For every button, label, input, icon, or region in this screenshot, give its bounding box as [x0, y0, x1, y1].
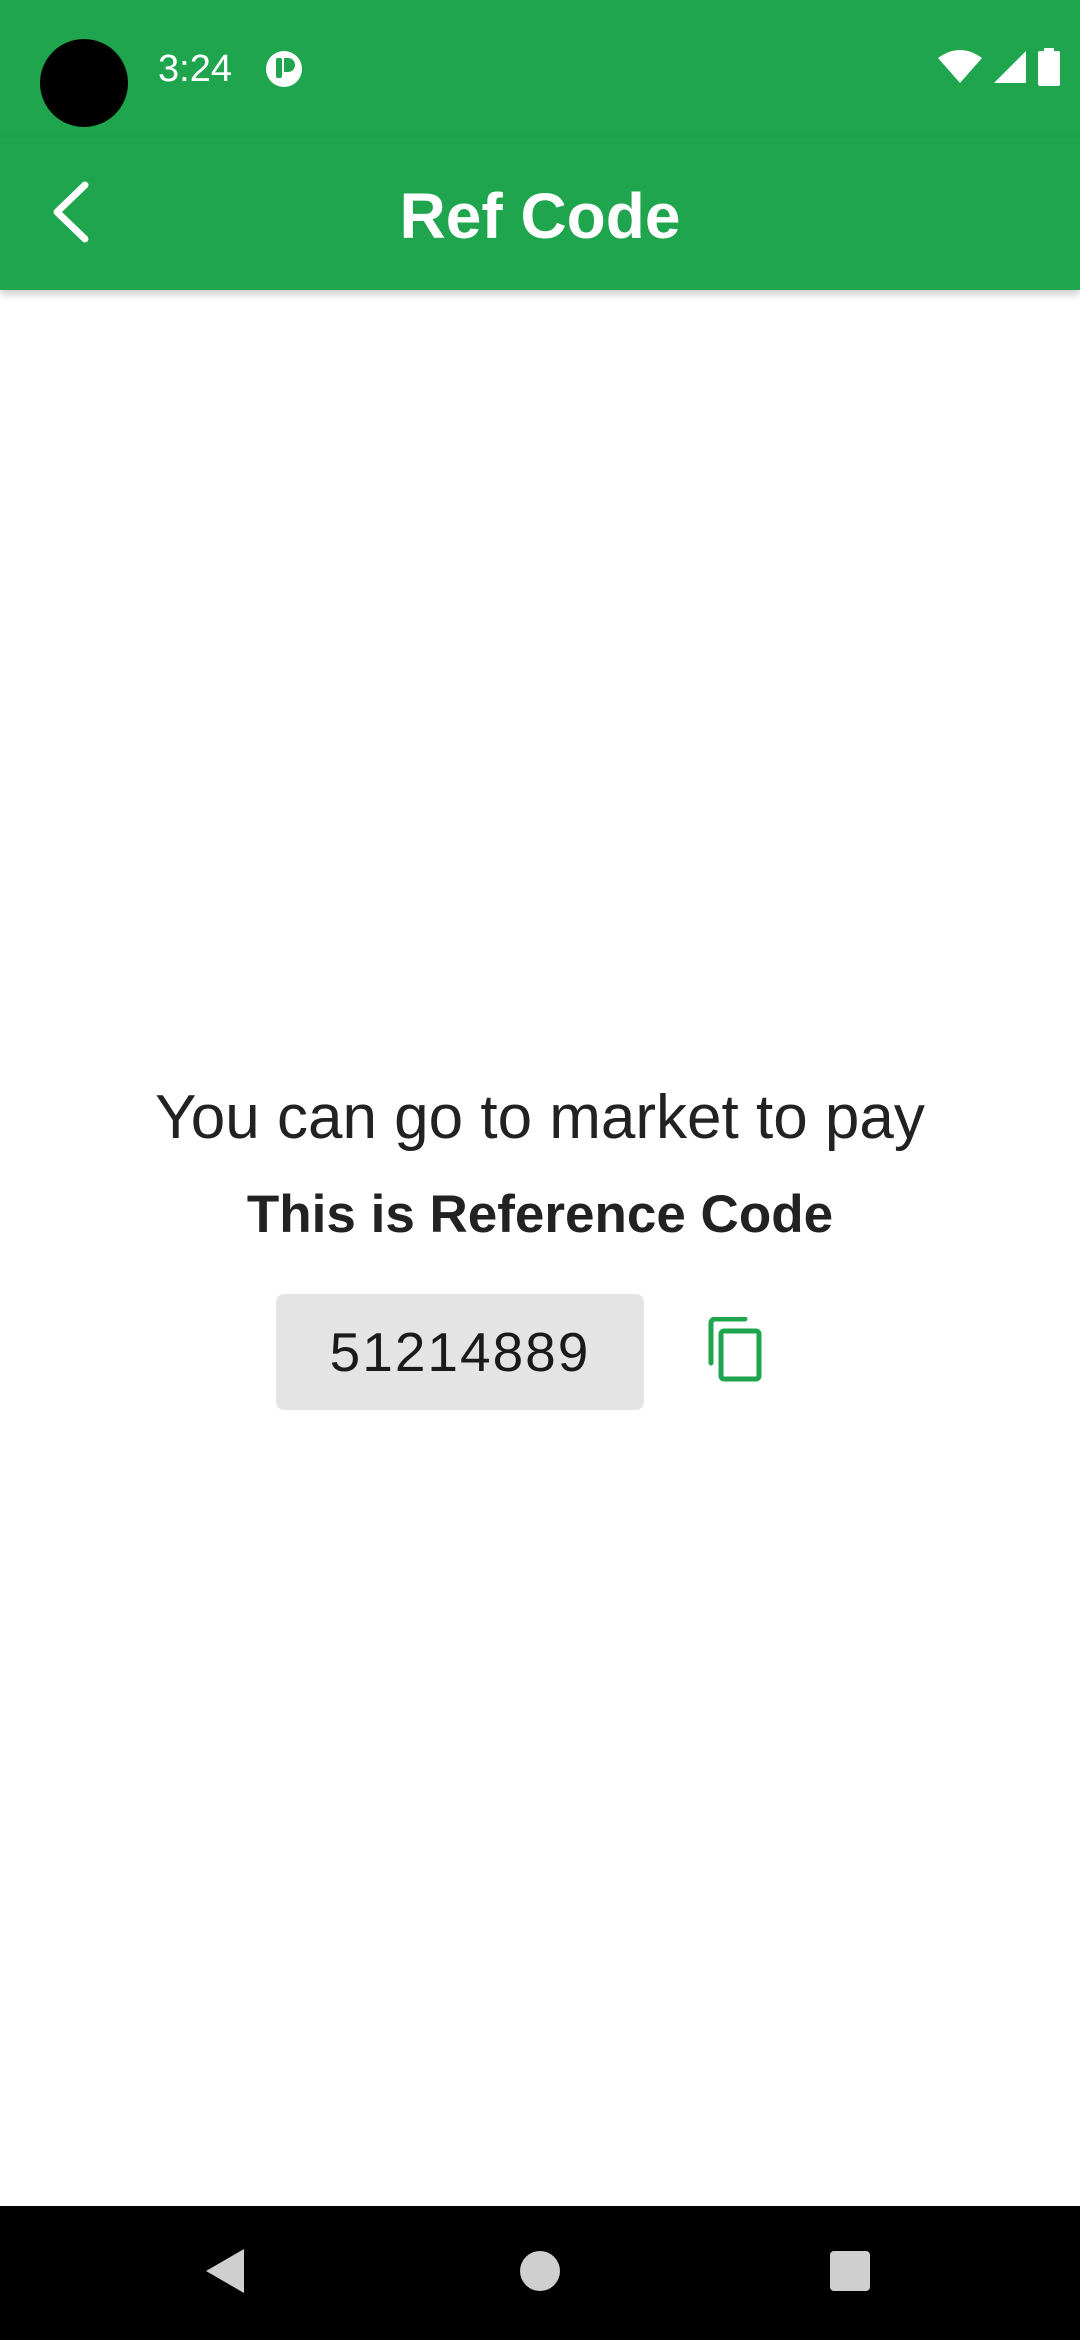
nav-home-button[interactable]: [500, 2233, 580, 2313]
app-notification-icon: [264, 49, 304, 89]
reference-code-label: This is Reference Code: [246, 1185, 834, 1244]
nav-recents-button[interactable]: [810, 2233, 890, 2313]
status-time: 3:24: [158, 48, 232, 90]
nav-back-button[interactable]: [185, 2233, 265, 2313]
main-content: You can go to market to pay This is Refe…: [0, 290, 1080, 2206]
cellular-signal-icon: [992, 49, 1028, 90]
camera-cutout: [40, 39, 128, 127]
app-bar: Ref Code: [0, 138, 1080, 290]
nav-home-icon: [518, 2249, 562, 2298]
copy-button[interactable]: [696, 1312, 776, 1392]
nav-recents-icon: [828, 2249, 872, 2298]
status-icons: [938, 47, 1060, 91]
status-bar: 3:24: [0, 0, 1080, 138]
battery-icon: [1038, 47, 1060, 91]
copy-icon: [705, 1316, 767, 1388]
payment-instruction-text: You can go to market to pay: [155, 1083, 925, 1152]
reference-code-value: 51214889: [276, 1294, 644, 1410]
nav-back-icon: [202, 2247, 248, 2300]
screen: 3:24 Ref Code You can go to market to pa…: [0, 0, 1080, 2340]
page-title: Ref Code: [399, 180, 681, 252]
system-nav-bar: [0, 2206, 1080, 2340]
wifi-icon: [938, 49, 982, 89]
